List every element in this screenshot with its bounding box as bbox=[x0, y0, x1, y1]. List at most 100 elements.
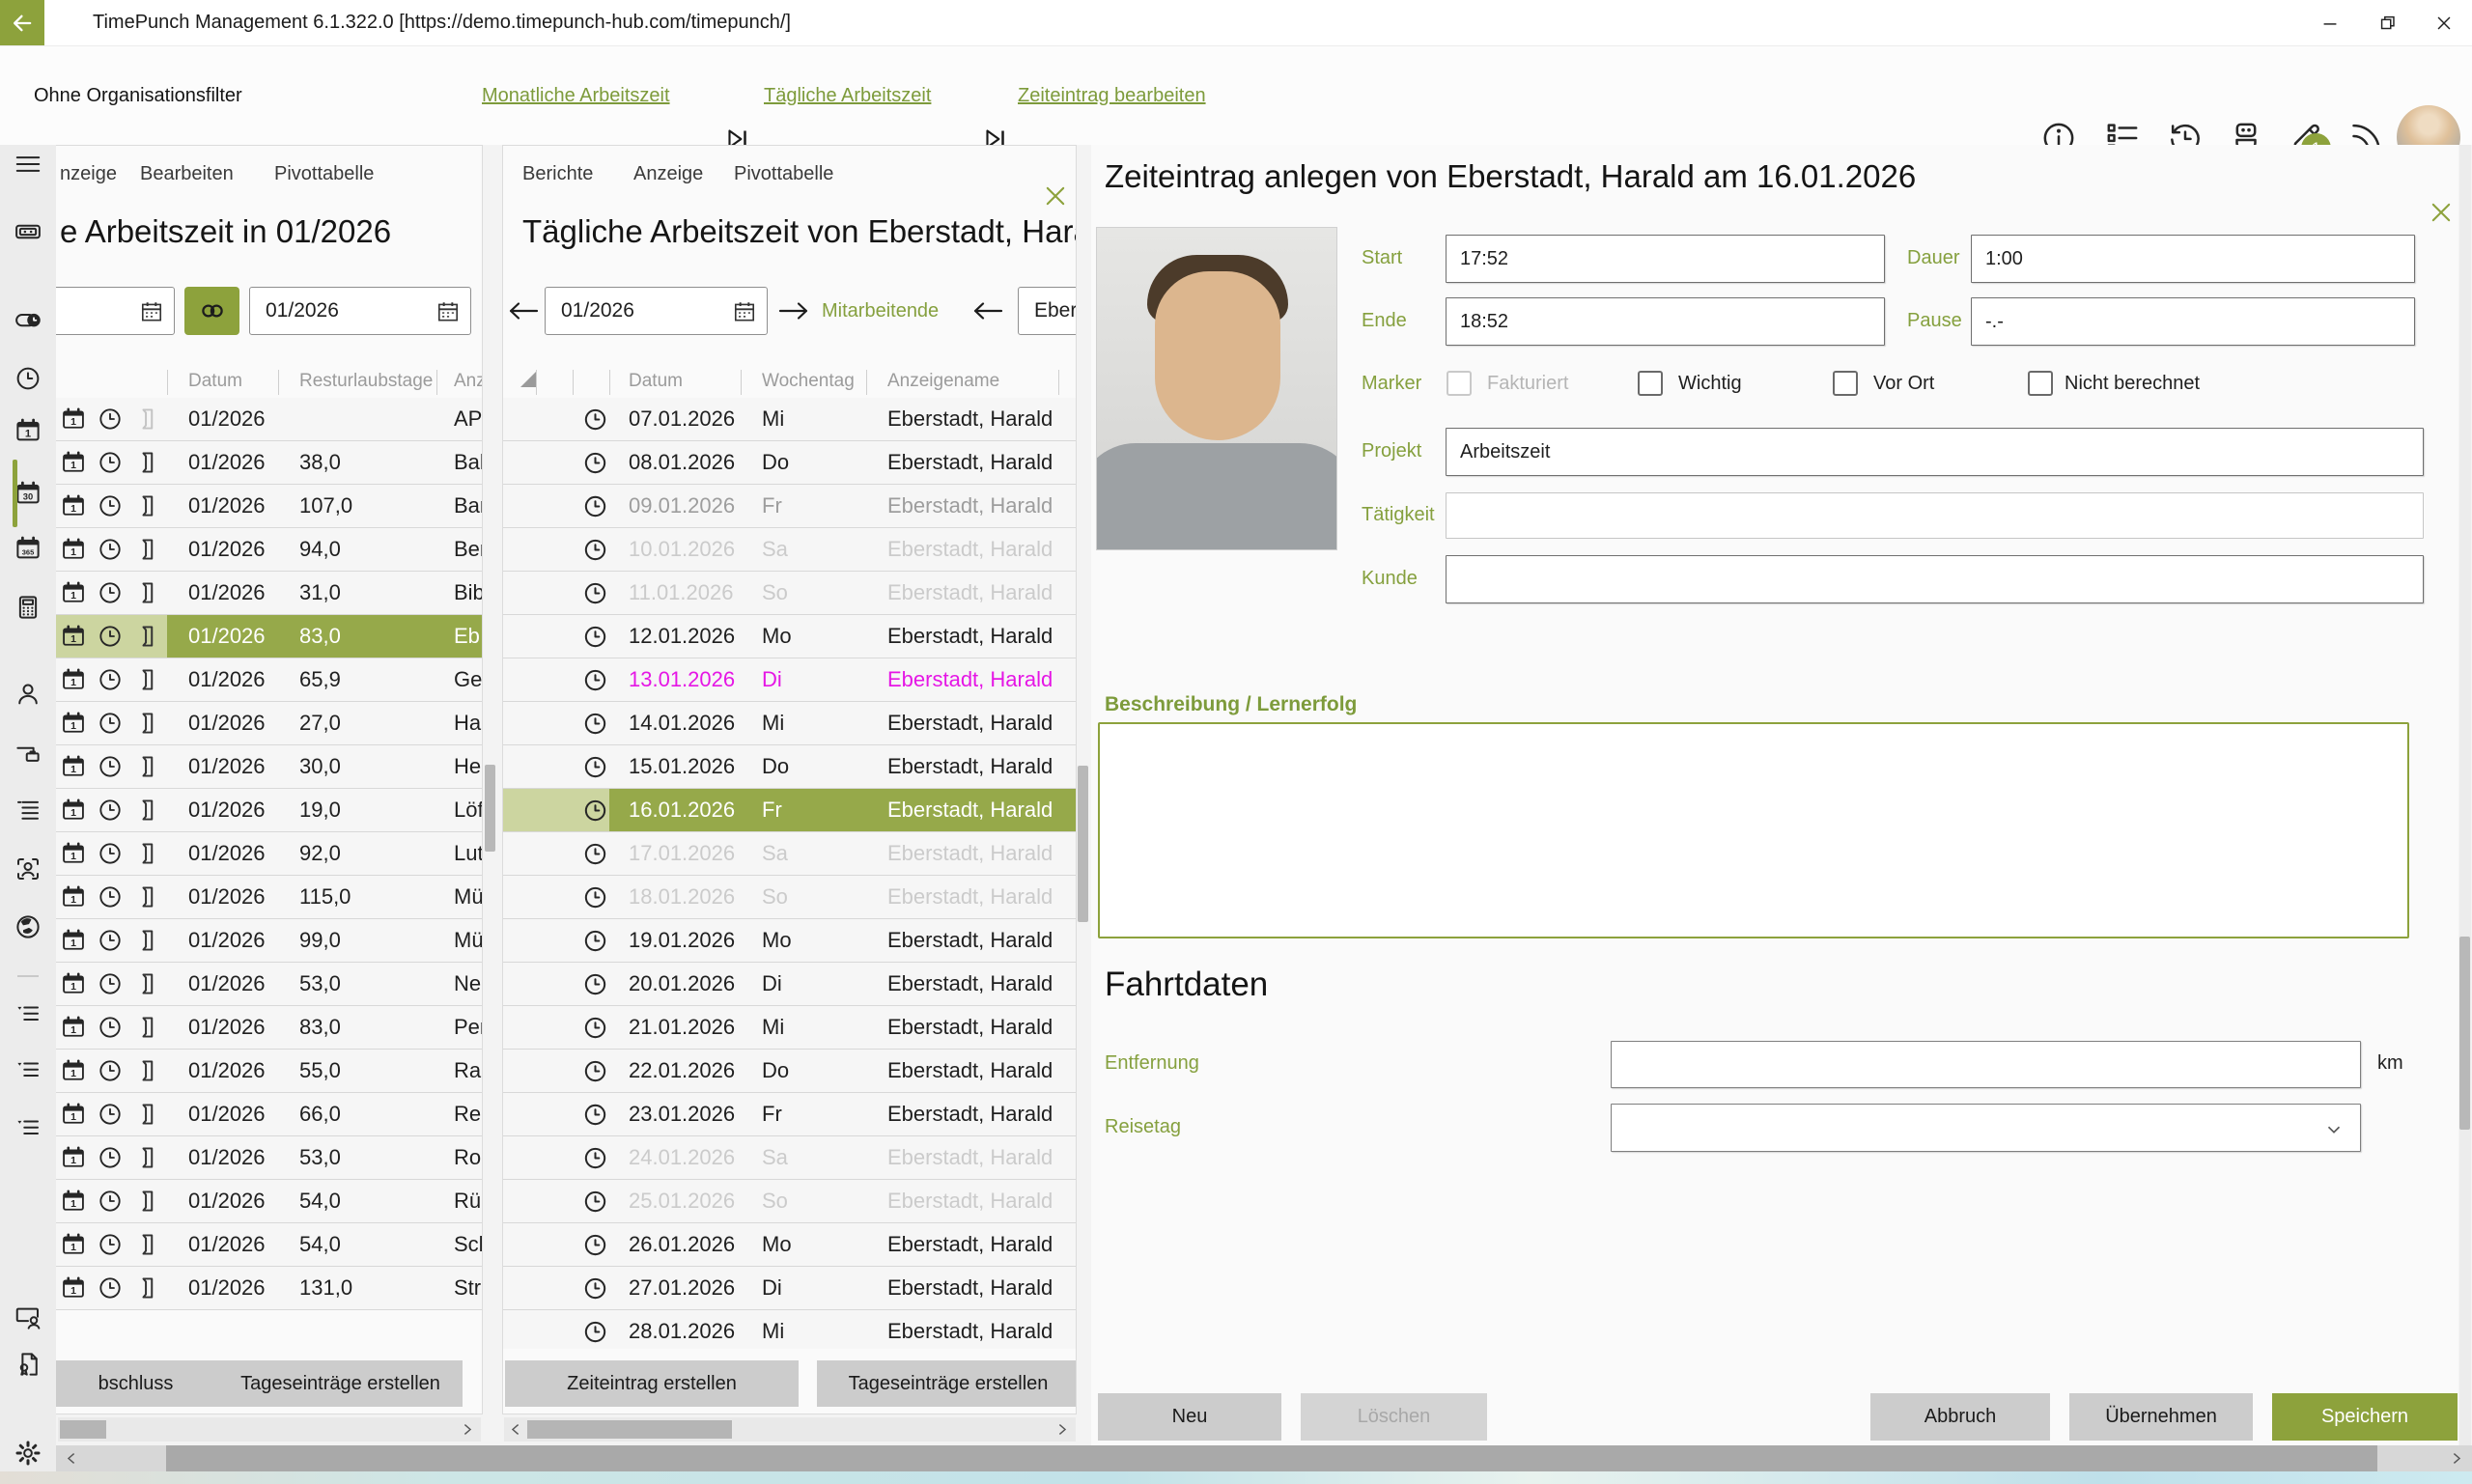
ende-input[interactable] bbox=[1446, 297, 1885, 346]
sidebar-item-filter-list-a[interactable] bbox=[14, 1000, 42, 1029]
column-anzeigename[interactable]: Anzeigename bbox=[887, 371, 999, 392]
scroll-right-icon[interactable] bbox=[2448, 1450, 2464, 1467]
daily-row[interactable]: 15.01.2026DoEberstadt, Harald bbox=[503, 745, 1076, 789]
tab-anzeige[interactable]: Anzeige bbox=[633, 163, 703, 185]
daily-row[interactable]: 19.01.2026MoEberstadt, Harald bbox=[503, 919, 1076, 963]
monthly-row[interactable]: 101/202683,0Eb bbox=[56, 615, 482, 658]
tab-pivottabelle[interactable]: Pivottabelle bbox=[734, 163, 833, 185]
reisetag-select[interactable] bbox=[1611, 1104, 2361, 1152]
daily-row[interactable]: 10.01.2026SaEberstadt, Harald bbox=[503, 528, 1076, 572]
monthly-row[interactable]: 101/202653,0Ne bbox=[56, 963, 482, 1006]
daily-row[interactable]: 23.01.2026FrEberstadt, Harald bbox=[503, 1093, 1076, 1136]
sidebar-item-entry-list[interactable] bbox=[14, 796, 42, 825]
monthly-row[interactable]: 101/202631,0Bib bbox=[56, 572, 482, 615]
monthly-row[interactable]: 101/202627,0Ha bbox=[56, 702, 482, 745]
monthly-row[interactable]: 101/2026131,0Str bbox=[56, 1267, 482, 1310]
tageseintraege-erstellen-button[interactable]: Tageseinträge erstellen bbox=[218, 1360, 463, 1407]
monthly-row[interactable]: 101/202655,0Ral bbox=[56, 1050, 482, 1093]
monthly-row[interactable]: 101/202694,0Ber bbox=[56, 528, 482, 572]
period-field[interactable]: 01/2026 bbox=[249, 287, 471, 335]
pause-input[interactable] bbox=[1971, 297, 2415, 346]
monthly-row[interactable]: 101/202666,0Rei bbox=[56, 1093, 482, 1136]
monthly-row[interactable]: 101/2026AP bbox=[56, 398, 482, 441]
sidebar-item-time-badge[interactable] bbox=[14, 305, 42, 334]
scroll-left-icon[interactable] bbox=[508, 1421, 524, 1438]
monthly-row[interactable]: 101/202630,0He bbox=[56, 745, 482, 789]
sidebar-item-calendar-day[interactable]: 1 bbox=[14, 416, 42, 445]
organisation-filter[interactable]: Ohne Organisationsfilter bbox=[34, 46, 242, 145]
sidebar-item-filter-list-c[interactable] bbox=[14, 1114, 42, 1143]
nav-link-taegliche-arbeitszeit[interactable]: Tägliche Arbeitszeit bbox=[764, 46, 931, 145]
period-field[interactable]: 01/2026 bbox=[545, 287, 768, 335]
previous-period-arrow[interactable] bbox=[505, 297, 540, 324]
previous-employee-arrow[interactable] bbox=[969, 297, 1004, 324]
daily-row[interactable]: 18.01.2026SoEberstadt, Harald bbox=[503, 876, 1076, 919]
daily-row[interactable]: 17.01.2026SaEberstadt, Harald bbox=[503, 832, 1076, 876]
daily-row[interactable]: 07.01.2026MiEberstadt, Harald bbox=[503, 398, 1076, 441]
start-input[interactable] bbox=[1446, 235, 1885, 283]
daily-row[interactable]: 24.01.2026SaEberstadt, Harald bbox=[503, 1136, 1076, 1180]
tab-berichte[interactable]: Berichte bbox=[522, 163, 593, 185]
sidebar-item-calculator[interactable] bbox=[14, 593, 42, 622]
daily-row[interactable]: 13.01.2026DiEberstadt, Harald bbox=[503, 658, 1076, 702]
sidebar-item-clock[interactable] bbox=[14, 364, 42, 393]
abbruch-button[interactable]: Abbruch bbox=[1870, 1393, 2050, 1441]
sidebar-item-workplace[interactable] bbox=[14, 740, 42, 769]
checkbox-wichtig[interactable] bbox=[1638, 371, 1663, 396]
tab-bearbeiten[interactable]: Bearbeiten bbox=[140, 163, 234, 185]
daily-row[interactable]: 26.01.2026MoEberstadt, Harald bbox=[503, 1223, 1076, 1267]
entfernung-input[interactable] bbox=[1611, 1041, 2361, 1088]
scroll-left-icon[interactable] bbox=[64, 1450, 80, 1467]
sidebar-item-settings[interactable] bbox=[14, 1439, 42, 1468]
sidebar-item-menu[interactable] bbox=[14, 150, 42, 179]
sidebar-item-terminal[interactable] bbox=[14, 217, 42, 246]
loeschen-button[interactable]: Löschen bbox=[1301, 1393, 1487, 1441]
neu-button[interactable]: Neu bbox=[1098, 1393, 1281, 1441]
kunde-input[interactable] bbox=[1446, 555, 2424, 603]
monthly-row[interactable]: 101/202619,0Löf bbox=[56, 789, 482, 832]
monthly-row[interactable]: 101/202654,0Rü bbox=[56, 1180, 482, 1223]
column-resturlaubstage[interactable]: Resturlaubstage bbox=[299, 371, 433, 392]
back-button[interactable] bbox=[0, 0, 44, 45]
monthly-row[interactable]: 101/202653,0Rol bbox=[56, 1136, 482, 1180]
beschreibung-textarea[interactable] bbox=[1098, 722, 2409, 938]
daily-row[interactable]: 20.01.2026DiEberstadt, Harald bbox=[503, 963, 1076, 1006]
monthly-row[interactable]: 101/202638,0Bal bbox=[56, 441, 482, 485]
daily-row[interactable]: 12.01.2026MoEberstadt, Harald bbox=[503, 615, 1076, 658]
monthly-row[interactable]: 101/202683,0Per bbox=[56, 1006, 482, 1050]
monthly-row[interactable]: 101/202654,0Sch bbox=[56, 1223, 482, 1267]
scrollbar-thumb[interactable] bbox=[166, 1445, 2377, 1471]
monthly-row[interactable]: 101/202665,9Ge bbox=[56, 658, 482, 702]
minimize-button[interactable] bbox=[2306, 0, 2354, 45]
daily-row[interactable]: 22.01.2026DoEberstadt, Harald bbox=[503, 1050, 1076, 1093]
daily-row[interactable]: 14.01.2026MiEberstadt, Harald bbox=[503, 702, 1076, 745]
sidebar-item-certificate[interactable] bbox=[14, 1350, 42, 1379]
employee-field[interactable]: Eber bbox=[1018, 287, 1077, 335]
scroll-right-icon[interactable] bbox=[459, 1421, 475, 1438]
daily-row[interactable]: 25.01.2026SoEberstadt, Harald bbox=[503, 1180, 1076, 1223]
restore-button[interactable] bbox=[2364, 0, 2412, 45]
nav-link-zeiteintrag-bearbeiten[interactable]: Zeiteintrag bearbeiten bbox=[1018, 46, 1206, 145]
close-window-button[interactable] bbox=[2420, 0, 2468, 45]
close-panel-button[interactable] bbox=[1042, 182, 1069, 210]
column-datum[interactable]: Datum bbox=[188, 371, 242, 392]
uebernehmen-button[interactable]: Übernehmen bbox=[2069, 1393, 2253, 1441]
monthly-row[interactable]: 101/202699,0Mü bbox=[56, 919, 482, 963]
tab-anzeige[interactable]: nzeige bbox=[60, 163, 117, 185]
scroll-right-icon[interactable] bbox=[1053, 1421, 1070, 1438]
sidebar-item-calendar-year[interactable]: 365 bbox=[14, 534, 42, 563]
daily-row[interactable]: 08.01.2026DoEberstadt, Harald bbox=[503, 441, 1076, 485]
zeiteintrag-erstellen-button[interactable]: Zeiteintrag erstellen bbox=[505, 1360, 799, 1407]
mitarbeitende-label[interactable]: Mitarbeitende bbox=[822, 287, 939, 335]
tab-pivottabelle[interactable]: Pivottabelle bbox=[274, 163, 374, 185]
scrollbar-thumb[interactable] bbox=[2459, 937, 2470, 1130]
next-period-arrow[interactable] bbox=[777, 297, 812, 324]
daily-row[interactable]: 09.01.2026FrEberstadt, Harald bbox=[503, 485, 1076, 528]
nav-link-monatliche-arbeitszeit[interactable]: Monatliche Arbeitszeit bbox=[482, 46, 670, 145]
monthly-row[interactable]: 101/2026115,0Mü bbox=[56, 876, 482, 919]
scrollbar-thumb[interactable] bbox=[60, 1420, 106, 1439]
sidebar-item-calendar-month[interactable]: 30 bbox=[14, 479, 42, 508]
sidebar-item-person[interactable] bbox=[14, 680, 42, 709]
sort-indicator[interactable] bbox=[520, 371, 537, 387]
scrollbar-thumb[interactable] bbox=[485, 765, 495, 852]
